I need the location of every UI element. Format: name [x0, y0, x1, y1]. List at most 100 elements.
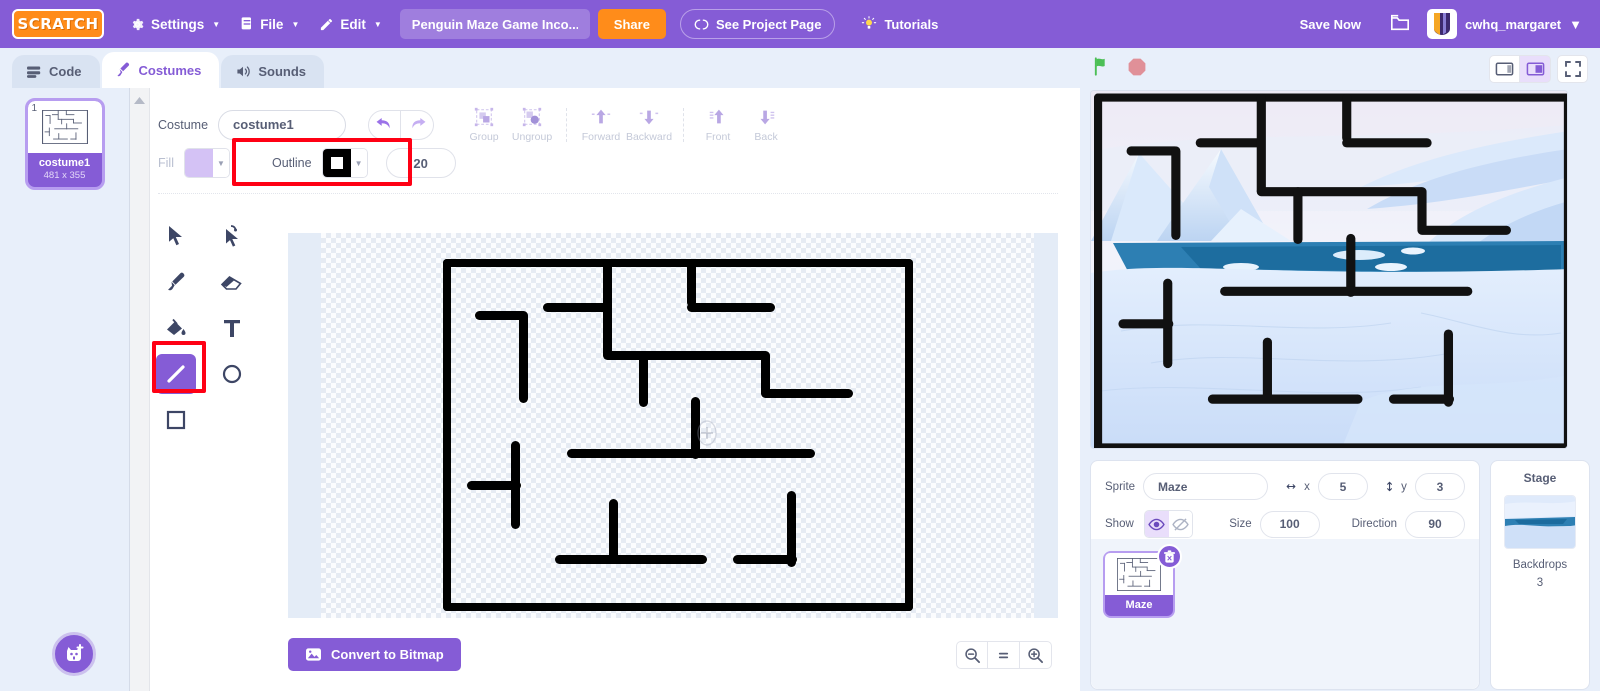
tab-costumes[interactable]: Costumes: [101, 52, 220, 88]
stop-button[interactable]: [1127, 57, 1147, 82]
chevron-down-icon: ▼: [350, 149, 367, 177]
project-page-icon: [694, 18, 709, 30]
size-input[interactable]: [1259, 510, 1320, 538]
code-icon: [27, 66, 41, 78]
maze-wall: [443, 259, 913, 267]
maze-wall: [1220, 286, 1473, 296]
x-position-icon: [1286, 484, 1296, 489]
maze-wall: [41, 143, 88, 144]
menu-file-label: File: [260, 16, 284, 32]
stage[interactable]: [1090, 90, 1568, 449]
stroke-width-input[interactable]: [385, 148, 456, 178]
maze-wall: [1256, 187, 1426, 197]
menu-file[interactable]: File ▼: [230, 9, 309, 39]
sprite-row-1: Sprite x y: [1105, 473, 1465, 500]
delete-sprite-button[interactable]: [1157, 544, 1182, 569]
maze-wall: [1094, 93, 1567, 102]
direction-input[interactable]: [1405, 510, 1465, 538]
maze-wall: [1119, 578, 1125, 580]
y-position-input[interactable]: [1415, 473, 1465, 500]
sprite-maze-thumbnail: [1117, 557, 1161, 591]
costume-list-panel: 1 costume1 481 x 355: [0, 88, 130, 691]
costume-name-input[interactable]: [218, 109, 347, 140]
account-menu[interactable]: cwhq_margaret ▼: [1427, 9, 1588, 39]
speaker-icon: [237, 66, 251, 77]
front-button[interactable]: Front: [694, 106, 742, 143]
fill-color-picker[interactable]: ▼: [183, 148, 230, 178]
stage-controls-bar: [1080, 48, 1600, 90]
ungroup-button[interactable]: Ungroup: [508, 106, 556, 143]
see-project-page-label: See Project Page: [715, 16, 822, 32]
scratch-logo[interactable]: SCRATCH: [12, 9, 104, 39]
center-crosshair-icon: [697, 420, 717, 446]
share-button[interactable]: Share: [597, 9, 666, 39]
maze-wall: [1417, 225, 1511, 235]
tool-select[interactable]: [148, 213, 204, 259]
zoom-in-button[interactable]: [1020, 641, 1052, 669]
maze-wall: [1262, 337, 1272, 403]
menu-settings[interactable]: Settings ▼: [120, 9, 230, 39]
redo-button[interactable]: [401, 109, 435, 140]
sprite-item-maze[interactable]: Maze: [1103, 544, 1182, 618]
see-project-page-button[interactable]: See Project Page: [679, 9, 836, 39]
y-position-icon: [1387, 481, 1393, 492]
costume-item-costume1[interactable]: 1 costume1 481 x 355: [24, 98, 105, 190]
show-visible-button[interactable]: [1145, 511, 1169, 537]
paint-toolbar-row2: Fill ▼ Outline ▼: [158, 148, 456, 178]
tool-reshape[interactable]: [204, 213, 260, 259]
tool-rectangle[interactable]: [148, 397, 204, 443]
x-position-input[interactable]: [1318, 473, 1368, 500]
tab-sounds[interactable]: Sounds: [221, 55, 325, 88]
tool-fill[interactable]: [148, 305, 204, 351]
fullscreen-button[interactable]: [1557, 55, 1588, 83]
backward-button[interactable]: Backward: [625, 106, 673, 143]
stage-selector-panel[interactable]: Stage Backdrops 3: [1490, 460, 1590, 690]
maze-wall: [443, 603, 913, 611]
maze-wall: [467, 481, 521, 490]
maze-wall: [555, 555, 707, 564]
show-hidden-button[interactable]: [1168, 511, 1193, 537]
menu-settings-label: Settings: [151, 16, 205, 32]
maze-wall: [51, 114, 59, 116]
save-now-button[interactable]: Save Now: [1288, 17, 1373, 32]
tool-circle[interactable]: [204, 351, 260, 397]
tool-brush[interactable]: [148, 259, 204, 305]
costume-meta: costume1 481 x 355: [28, 153, 102, 187]
tool-eraser[interactable]: [204, 259, 260, 305]
sprite-list: Maze: [1091, 539, 1479, 689]
undo-button[interactable]: [368, 109, 402, 140]
zoom-out-button[interactable]: [956, 641, 988, 669]
green-flag-button[interactable]: [1092, 56, 1113, 82]
small-stage-button[interactable]: [1489, 55, 1520, 83]
tab-code-label: Code: [49, 64, 82, 79]
convert-to-bitmap-button[interactable]: Convert to Bitmap: [288, 638, 461, 671]
group-label: Group: [469, 131, 499, 143]
tool-text[interactable]: [204, 305, 260, 351]
outline-color-picker[interactable]: ▼: [321, 148, 368, 178]
stage-maze-sprite[interactable]: [1094, 93, 1568, 449]
tutorials-button[interactable]: Tutorials: [849, 9, 950, 39]
add-costume-button[interactable]: [52, 632, 96, 676]
pencil-icon: [321, 18, 333, 30]
menu-edit[interactable]: Edit ▼: [309, 9, 391, 39]
paint-canvas[interactable]: [321, 233, 1034, 618]
costume-list-scrollbar[interactable]: [130, 88, 150, 691]
tab-code[interactable]: Code: [12, 55, 100, 88]
paint-canvas-area[interactable]: [288, 233, 1058, 618]
my-stuff-button[interactable]: [1389, 12, 1411, 37]
sprite-name-input[interactable]: [1143, 473, 1269, 500]
back-button[interactable]: Back: [742, 106, 790, 143]
tool-line[interactable]: [156, 354, 196, 394]
maze-wall: [1131, 557, 1133, 567]
large-stage-button[interactable]: [1520, 55, 1551, 83]
maze-drawing[interactable]: [321, 233, 1034, 618]
forward-button[interactable]: Forward: [577, 106, 625, 143]
project-title-input[interactable]: [399, 9, 590, 39]
group-button[interactable]: Group: [460, 106, 508, 143]
stage-column: Sprite x y Show: [1080, 48, 1600, 691]
paint-toolbar-row1: Costume costume1 Group Ungroup Forward B…: [158, 106, 790, 143]
maze-wall: [567, 449, 815, 458]
zoom-reset-button[interactable]: [988, 641, 1020, 669]
maze-wall: [65, 114, 74, 116]
chevron-down-icon: ▼: [291, 19, 300, 29]
